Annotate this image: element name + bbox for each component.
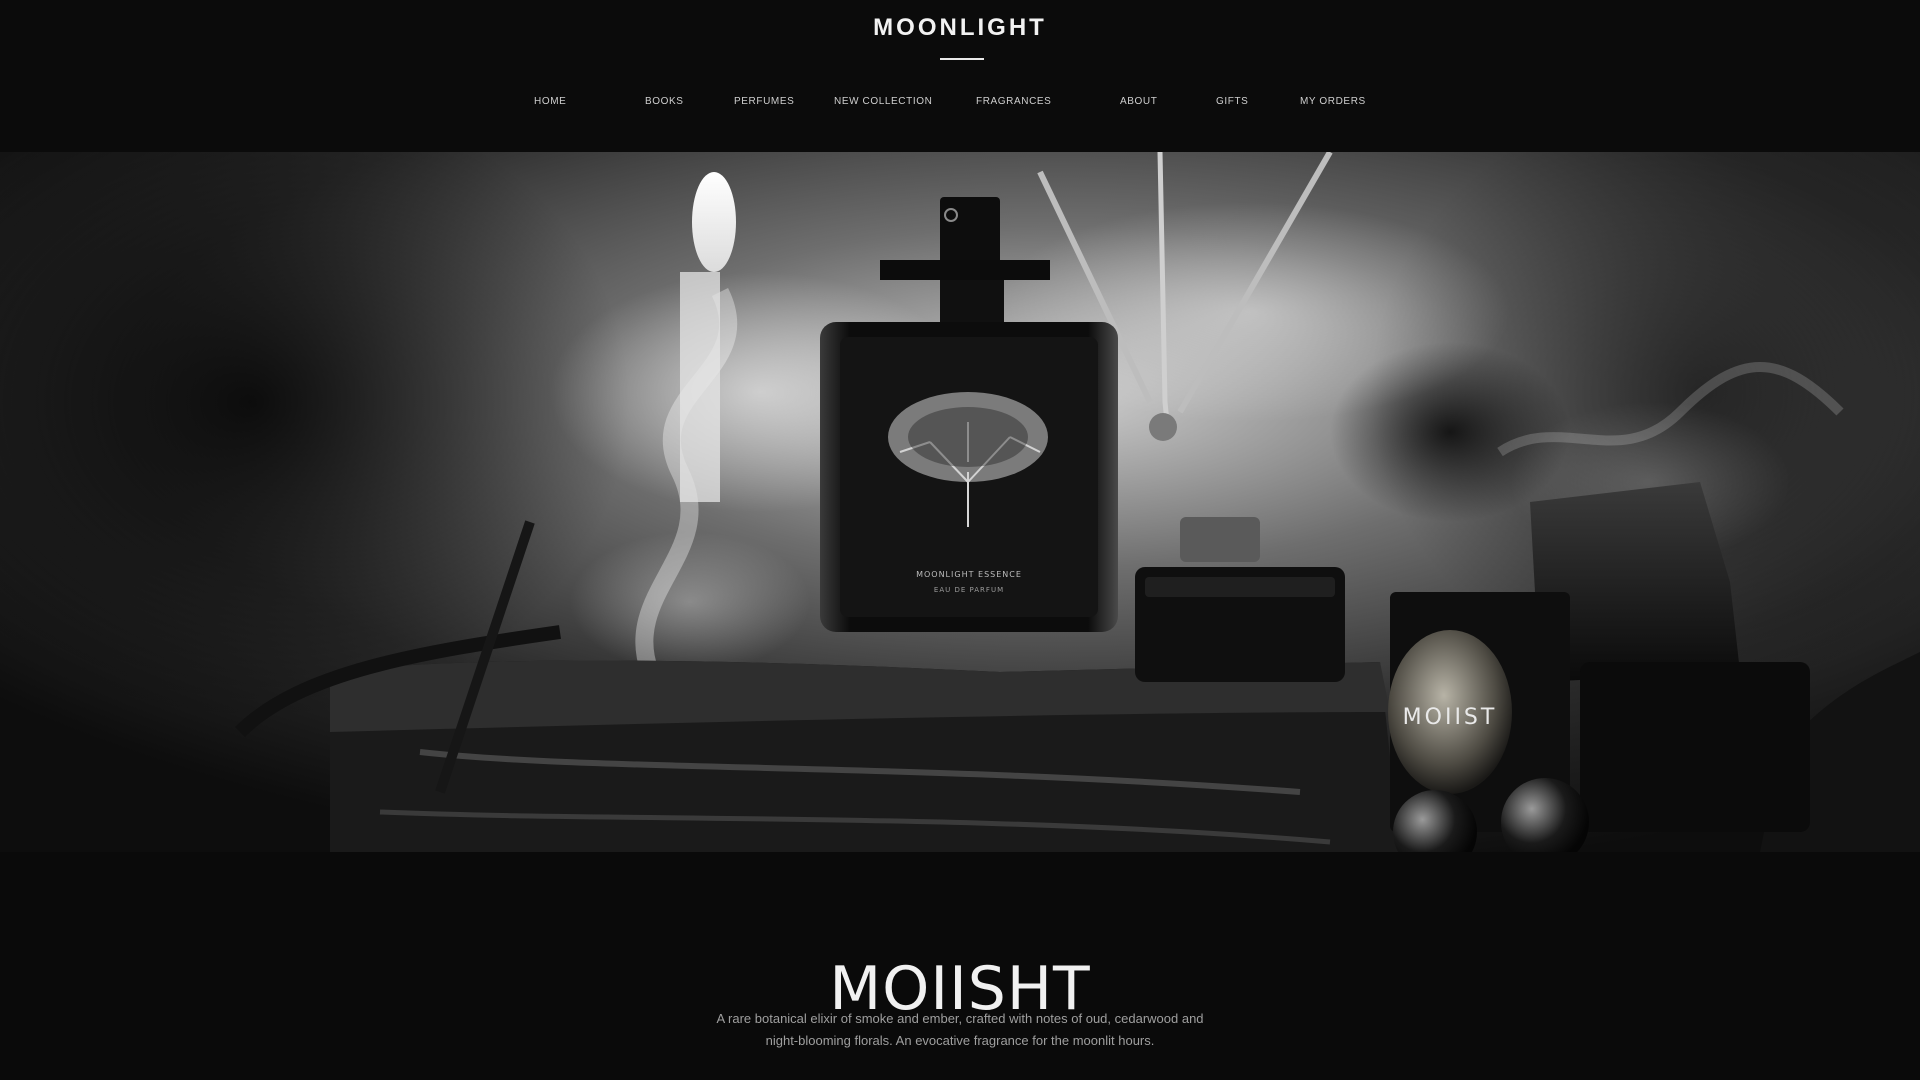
brand-logo[interactable]: MOONLIGHT	[0, 14, 1920, 42]
hero-image: MOONLIGHT ESSENCE EAU DE PARFUM MOIIST	[0, 152, 1920, 852]
nav-item-about[interactable]: ABOUT	[1120, 96, 1157, 107]
box-label: MOIIST	[1403, 705, 1498, 730]
nav-item-perfumes[interactable]: PERFUMES	[734, 96, 794, 107]
site-header: MOONLIGHT HOME BOOKS PERFUMES NEW COLLEC…	[0, 0, 1920, 152]
nav-item-new-collection[interactable]: NEW COLLECTION	[834, 96, 932, 107]
hero-banner: MOONLIGHT ESSENCE EAU DE PARFUM MOIIST	[0, 152, 1920, 852]
bottle-label-line1: MOONLIGHT ESSENCE	[916, 570, 1022, 579]
nav-item-gifts[interactable]: GIFTS	[1216, 96, 1248, 107]
nav-item-books[interactable]: BOOKS	[645, 96, 684, 107]
product-description: A rare botanical elixir of smoke and emb…	[716, 1011, 1204, 1048]
brand-underline	[940, 58, 984, 60]
nav-item-my-orders[interactable]: MY ORDERS	[1300, 96, 1366, 107]
nav-item-fragrances[interactable]: FRAGRANCES	[976, 96, 1051, 107]
main-nav: HOME BOOKS PERFUMES NEW COLLECTION FRAGR…	[0, 96, 1920, 114]
bottle-label-line2: EAU DE PARFUM	[934, 586, 1004, 594]
nav-item-home[interactable]: HOME	[534, 96, 566, 107]
